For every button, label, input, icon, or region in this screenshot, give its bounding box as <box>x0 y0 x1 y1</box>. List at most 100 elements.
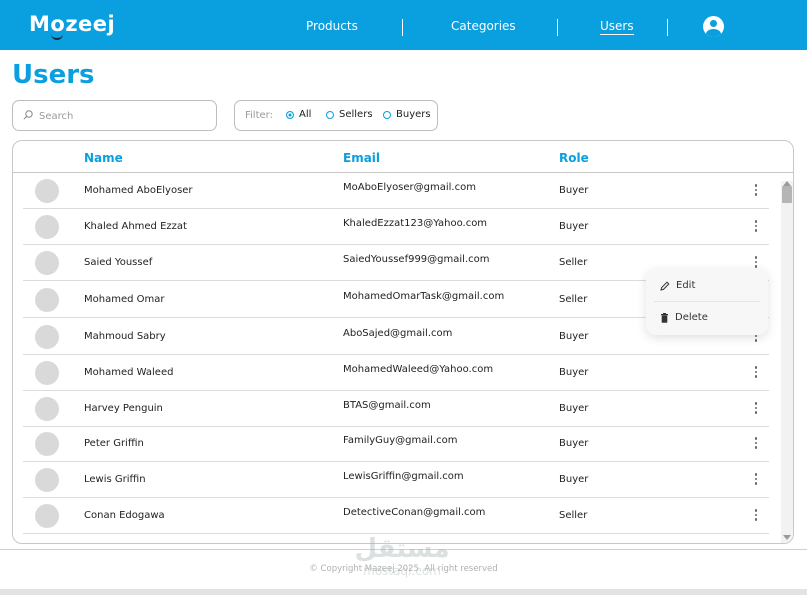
user-role: Buyer <box>559 331 589 342</box>
logo-smile-mark <box>51 34 63 40</box>
more-vertical-icon[interactable] <box>753 366 759 380</box>
avatar <box>35 288 59 312</box>
column-header-name[interactable]: Name <box>84 151 123 165</box>
avatar <box>35 361 59 385</box>
search-input[interactable] <box>39 107 209 125</box>
more-vertical-icon[interactable] <box>753 220 759 234</box>
avatar <box>35 215 59 239</box>
user-role: Seller <box>559 510 588 521</box>
profile-body-shape <box>706 29 721 37</box>
user-name: Conan Edogawa <box>84 510 165 521</box>
search-icon <box>23 110 33 120</box>
pencil-icon <box>660 280 670 291</box>
avatar <box>35 504 59 528</box>
logo-text: Mozeej <box>29 12 116 36</box>
filter-option-label: Buyers <box>396 109 431 120</box>
user-email: FamilyGuy@gmail.com <box>343 435 458 446</box>
avatar <box>35 325 59 349</box>
user-email: SaiedYoussef999@gmail.com <box>343 254 490 265</box>
user-name: Saied Youssef <box>84 257 153 268</box>
user-name: Khaled Ahmed Ezzat <box>84 221 187 232</box>
delete-label: Delete <box>675 312 708 323</box>
user-name: Lewis Griffin <box>84 474 146 485</box>
user-role: Buyer <box>559 474 589 485</box>
user-email: LewisGriffin@gmail.com <box>343 471 464 482</box>
user-role: Buyer <box>559 221 589 232</box>
nav-categories[interactable]: Categories <box>451 19 516 33</box>
filter-option-all[interactable]: All <box>286 109 311 120</box>
user-email: MohamedOmarTask@gmail.com <box>343 291 505 302</box>
user-name: Peter Griffin <box>84 438 144 449</box>
user-name: Mohamed Waleed <box>84 367 174 378</box>
filter-option-sellers[interactable]: Sellers <box>326 109 373 120</box>
user-name: Mahmoud Sabry <box>84 331 166 342</box>
avatar <box>35 179 59 203</box>
nav-products[interactable]: Products <box>306 19 358 33</box>
user-role: Seller <box>559 257 588 268</box>
user-email: AboSajed@gmail.com <box>343 328 453 339</box>
user-name: Mohamed AboElyoser <box>84 185 193 196</box>
avatar <box>35 397 59 421</box>
table-scrollbar[interactable] <box>781 181 793 543</box>
app-logo[interactable]: Mozeej <box>29 12 116 40</box>
table-row[interactable]: Conan Edogawa DetectiveConan@gmail.com S… <box>23 498 769 534</box>
filter-option-buyers[interactable]: Buyers <box>383 109 431 120</box>
delete-menu-item[interactable]: Delete <box>660 312 708 323</box>
users-table: Name Email Role Mohamed AboElyoser MoAbo… <box>12 140 794 544</box>
filter-group: Filter: All Sellers Buyers <box>234 100 438 131</box>
filter-option-label: All <box>299 109 312 120</box>
user-email: DetectiveConan@gmail.com <box>343 507 486 518</box>
more-vertical-icon[interactable] <box>753 184 759 198</box>
user-role: Buyer <box>559 185 589 196</box>
table-row[interactable]: Khaled Ahmed Ezzat KhaledEzzat123@Yahoo.… <box>23 209 769 245</box>
search-box[interactable] <box>12 100 217 131</box>
user-circle-icon[interactable] <box>703 16 724 37</box>
avatar <box>35 251 59 275</box>
filter-option-label: Sellers <box>339 109 373 120</box>
column-header-role[interactable]: Role <box>559 151 589 165</box>
nav-divider <box>402 19 403 36</box>
nav-divider <box>557 19 558 36</box>
user-role: Buyer <box>559 403 589 414</box>
radio-unchecked-icon <box>383 110 391 119</box>
table-row[interactable]: Mohamed Waleed MohamedWaleed@Yahoo.com B… <box>23 355 769 391</box>
profile-head-shape <box>710 20 717 27</box>
bottom-strip <box>0 589 807 595</box>
user-email: MoAboElyoser@gmail.com <box>343 182 476 193</box>
user-name: Mohamed Omar <box>84 294 165 305</box>
page-title: Users <box>12 60 95 90</box>
more-vertical-icon[interactable] <box>753 402 759 416</box>
column-header-email[interactable]: Email <box>343 151 380 165</box>
avatar <box>35 432 59 456</box>
footer-divider <box>0 549 807 550</box>
radio-checked-icon <box>286 110 294 119</box>
user-email: KhaledEzzat123@Yahoo.com <box>343 218 488 229</box>
user-email: BTAS@gmail.com <box>343 400 431 411</box>
trash-icon <box>661 312 668 323</box>
user-role: Buyer <box>559 367 589 378</box>
scroll-thumb[interactable] <box>782 186 792 203</box>
filter-label: Filter: <box>245 110 273 121</box>
table-row[interactable]: Peter Griffin FamilyGuy@gmail.com Buyer <box>23 426 769 462</box>
table-row[interactable]: Mohamed AboElyoser MoAboElyoser@gmail.co… <box>23 173 769 209</box>
menu-divider <box>654 301 760 302</box>
user-role: Buyer <box>559 438 589 449</box>
footer-copyright: © Copyright Mazeej 2025. All right reser… <box>309 564 498 574</box>
more-vertical-icon[interactable] <box>753 473 759 487</box>
nav-users[interactable]: Users <box>600 19 634 35</box>
edit-menu-item[interactable]: Edit <box>660 280 695 291</box>
user-name: Harvey Penguin <box>84 403 163 414</box>
user-role: Seller <box>559 294 588 305</box>
edit-label: Edit <box>676 280 696 291</box>
row-context-menu: Edit Delete <box>646 268 768 335</box>
avatar <box>35 468 59 492</box>
radio-unchecked-icon <box>326 110 334 119</box>
more-vertical-icon[interactable] <box>753 509 759 523</box>
top-navbar: Mozeej Products Categories Users <box>0 0 807 50</box>
user-email: MohamedWaleed@Yahoo.com <box>343 364 494 375</box>
table-row[interactable]: Lewis Griffin LewisGriffin@gmail.com Buy… <box>23 462 769 498</box>
table-row[interactable]: Harvey Penguin BTAS@gmail.com Buyer <box>23 391 769 427</box>
scroll-down-arrow-icon[interactable] <box>783 535 791 540</box>
nav-divider <box>667 19 668 36</box>
more-vertical-icon[interactable] <box>753 437 759 451</box>
